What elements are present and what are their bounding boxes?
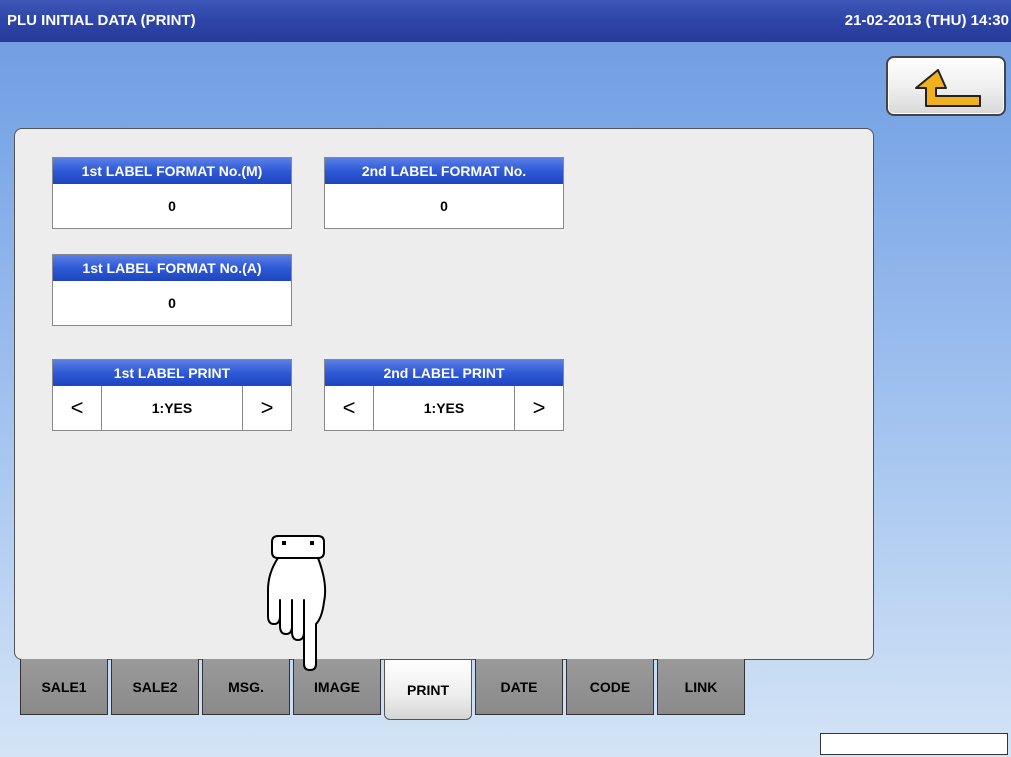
field-value: 0 xyxy=(168,198,176,214)
selector-label: 1st LABEL PRINT xyxy=(53,360,291,386)
next-option-button[interactable]: > xyxy=(242,386,291,430)
field-value: 0 xyxy=(440,198,448,214)
tab-link[interactable]: LINK xyxy=(657,659,745,715)
tab-print[interactable]: PRINT xyxy=(384,660,472,720)
field-value: 0 xyxy=(168,295,176,311)
selector-value: 1:YES xyxy=(423,400,465,416)
first-label-format-m-field[interactable]: 1st LABEL FORMAT No.(M) 0 xyxy=(52,157,292,229)
datetime-display: 21-02-2013 (THU) 14:30 xyxy=(844,12,1009,29)
back-button[interactable] xyxy=(886,56,1006,116)
first-label-print-selector: 1st LABEL PRINT < 1:YES > xyxy=(52,359,292,431)
next-option-button[interactable]: > xyxy=(514,386,563,430)
field-label: 2nd LABEL FORMAT No. xyxy=(325,158,563,184)
window-title: PLU INITIAL DATA (PRINT) xyxy=(7,12,196,29)
status-box xyxy=(820,733,1008,755)
first-label-format-a-field[interactable]: 1st LABEL FORMAT No.(A) 0 xyxy=(52,254,292,326)
prev-option-button[interactable]: < xyxy=(53,386,102,430)
field-label: 1st LABEL FORMAT No.(M) xyxy=(53,158,291,184)
pointing-hand-icon xyxy=(267,535,327,671)
prev-option-button[interactable]: < xyxy=(325,386,374,430)
tab-sale1[interactable]: SALE1 xyxy=(20,659,108,715)
tab-date[interactable]: DATE xyxy=(475,659,563,715)
content-panel: 1st LABEL FORMAT No.(M) 0 2nd LABEL FORM… xyxy=(14,128,874,660)
tab-sale2[interactable]: SALE2 xyxy=(111,659,199,715)
second-label-format-field[interactable]: 2nd LABEL FORMAT No. 0 xyxy=(324,157,564,229)
field-label: 1st LABEL FORMAT No.(A) xyxy=(53,255,291,281)
title-bar: PLU INITIAL DATA (PRINT) 21-02-2013 (THU… xyxy=(0,0,1011,42)
selector-value: 1:YES xyxy=(151,400,193,416)
second-label-print-selector: 2nd LABEL PRINT < 1:YES > xyxy=(324,359,564,431)
return-arrow-icon xyxy=(915,69,981,107)
tab-code[interactable]: CODE xyxy=(566,659,654,715)
selector-label: 2nd LABEL PRINT xyxy=(325,360,563,386)
